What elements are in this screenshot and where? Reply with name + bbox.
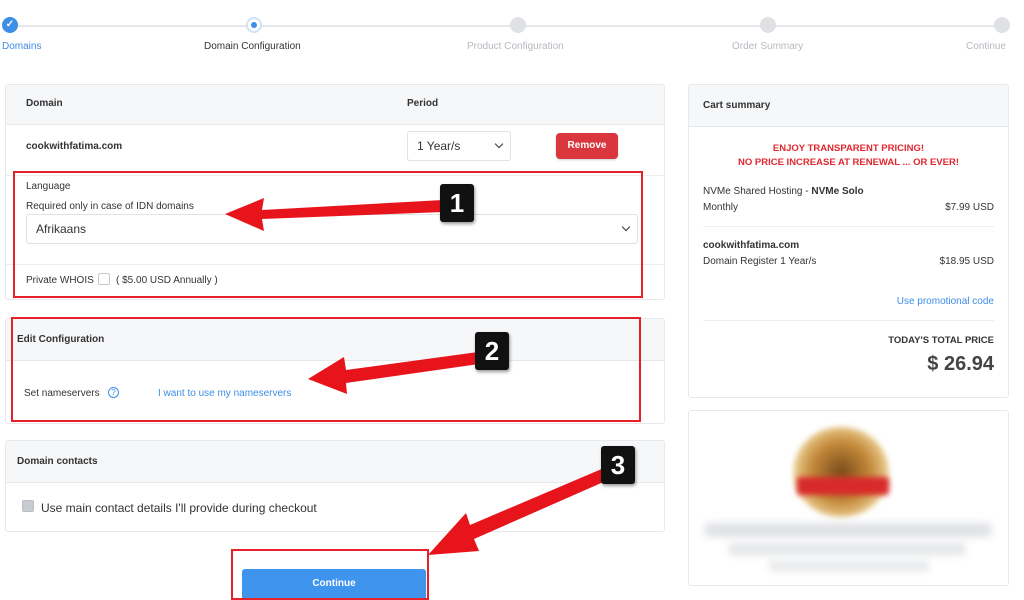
- annotation-badge-2: 2: [475, 332, 509, 370]
- arrow-2: [308, 352, 479, 394]
- annotation-badge-1: 1: [440, 184, 474, 222]
- arrow-1: [225, 198, 444, 231]
- annotation-badge-3: 3: [601, 446, 635, 484]
- annotation-arrows: [225, 198, 608, 555]
- arrow-3: [428, 468, 608, 555]
